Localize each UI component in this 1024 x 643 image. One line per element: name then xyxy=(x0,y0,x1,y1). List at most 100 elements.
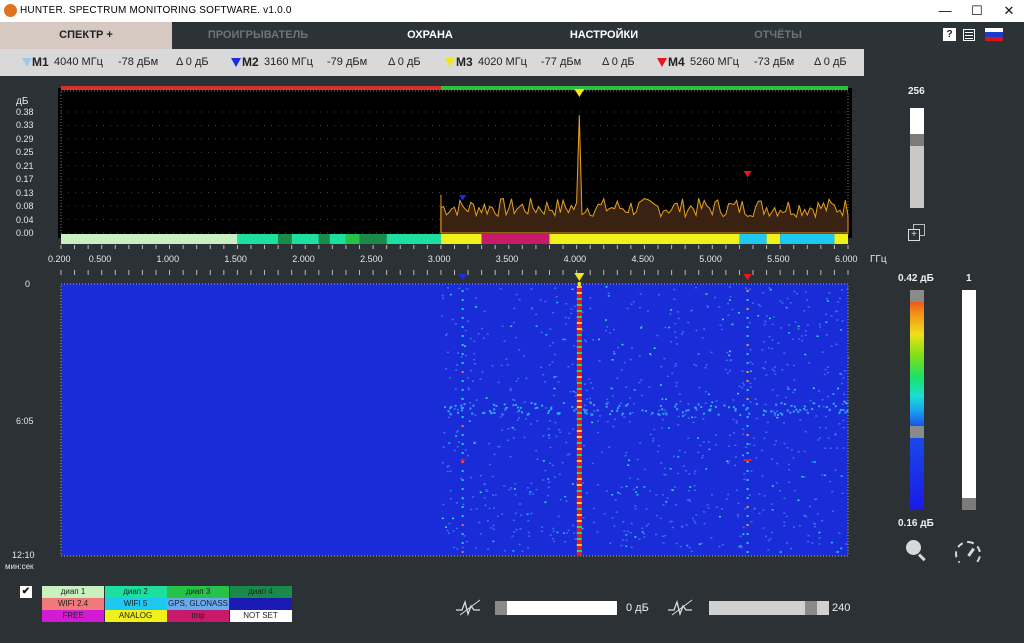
color-scale-top-handle[interactable] xyxy=(910,290,924,302)
range-bar-red xyxy=(61,86,441,90)
x-tick-label: 2.000 xyxy=(292,254,315,264)
x-tick-label: 3.500 xyxy=(495,254,519,264)
x-tick-label: 2.500 xyxy=(360,254,383,264)
band-segment xyxy=(359,234,387,244)
document-icon[interactable] xyxy=(963,29,975,41)
marker-1-icon xyxy=(22,58,32,67)
band-segment xyxy=(329,234,346,244)
x-tick-label: 4.500 xyxy=(631,254,654,264)
x-tick-label: 6.000 xyxy=(835,254,858,264)
color-scale-max: 0.42 дБ xyxy=(898,273,934,284)
marker-3-icon xyxy=(445,58,455,67)
speedometer-icon[interactable] xyxy=(955,541,983,567)
marker-2-delta: Δ 0 дБ xyxy=(388,56,421,68)
x-tick-label: 0.500 xyxy=(88,254,112,264)
maximize-button[interactable]: ☐ xyxy=(962,2,992,20)
marker-1-delta: Δ 0 дБ xyxy=(176,56,209,68)
legend-item: диап 1 xyxy=(42,586,104,598)
marker-4-icon xyxy=(657,58,667,67)
legend-item: ANALOG xyxy=(104,610,167,622)
range-bar-green xyxy=(440,86,848,90)
marker-1-level: -78 дБм xyxy=(118,56,159,68)
x-tick-label: 5.000 xyxy=(699,254,722,264)
gain-slider-handle[interactable] xyxy=(495,601,507,615)
marker-2-freq: 3160 МГц xyxy=(264,56,313,68)
marker-1-name[interactable]: M1 xyxy=(32,49,49,76)
gain-waveform-icon xyxy=(456,598,484,617)
spectrum-scale-slider[interactable] xyxy=(910,108,924,208)
help-icon[interactable]: ? xyxy=(943,28,956,41)
marker-4-level: -73 дБм xyxy=(754,56,795,68)
tab-player[interactable]: ПРОИГРЫВАТЕЛЬ xyxy=(172,22,344,49)
marker-4-freq: 5260 МГц xyxy=(690,56,739,68)
legend-item: диап 2 xyxy=(104,586,167,598)
speed-value: 1 xyxy=(966,273,972,284)
color-scale-min: 0.16 дБ xyxy=(898,518,934,529)
marker-3-delta: Δ 0 дБ xyxy=(602,56,635,68)
band-segment xyxy=(237,234,279,244)
band-segment xyxy=(834,234,848,244)
marker-4-waterfall-icon xyxy=(743,274,752,281)
main-tabs: СПЕКТР + ПРОИГРЫВАТЕЛЬ ОХРАНА НАСТРОЙКИ … xyxy=(0,22,1024,49)
spectrum-scale-handle[interactable] xyxy=(910,134,924,146)
waterfall-background xyxy=(61,284,848,556)
legend-item: диап 4 xyxy=(229,586,292,598)
zoom-icon[interactable] xyxy=(906,540,928,562)
app-logo-icon xyxy=(4,4,17,17)
tab-spectrum[interactable]: СПЕКТР + xyxy=(0,22,172,49)
band-segment xyxy=(766,234,781,244)
legend-checkbox[interactable]: ✔ xyxy=(20,586,32,598)
marker-2-icon xyxy=(231,58,241,67)
legend-item xyxy=(229,598,292,610)
marker-3-level: -77 дБм xyxy=(541,56,582,68)
marker-2-level: -79 дБм xyxy=(327,56,368,68)
waterfall-time-0: 0 xyxy=(25,279,31,289)
marker-3-waterfall-icon xyxy=(574,273,585,281)
tab-reports[interactable]: ОТЧЁТЫ xyxy=(692,22,864,49)
gain-slider[interactable] xyxy=(495,601,617,615)
band-segment xyxy=(291,234,319,244)
threshold-waveform-icon xyxy=(668,598,696,617)
legend-item: диап 3 xyxy=(167,586,229,598)
band-segment xyxy=(481,234,550,244)
tab-security[interactable]: ОХРАНА xyxy=(344,22,516,49)
marker-4-delta: Δ 0 дБ xyxy=(814,56,847,68)
legend-item: NOT SET xyxy=(229,610,292,622)
marker-3-name[interactable]: M3 xyxy=(456,49,473,76)
threshold-slider-handle[interactable] xyxy=(805,601,817,615)
x-tick-label: 3.000 xyxy=(427,254,451,264)
spectrum-x-unit: ГГц xyxy=(870,254,887,265)
close-window-button[interactable]: ✕ xyxy=(994,2,1024,20)
speed-slider[interactable] xyxy=(962,290,976,510)
minimize-button[interactable]: — xyxy=(930,2,960,20)
spectrum-plot[interactable] xyxy=(0,84,870,274)
marker-2-waterfall-icon xyxy=(458,274,467,281)
marker-2-name[interactable]: M2 xyxy=(242,49,259,76)
window-title: HUNTER. SPECTRUM MONITORING SOFTWARE. v1… xyxy=(20,5,292,16)
band-segment xyxy=(549,234,740,244)
band-segment xyxy=(780,234,835,244)
color-scale-bar[interactable] xyxy=(910,290,924,510)
title-bar: HUNTER. SPECTRUM MONITORING SOFTWARE. v1… xyxy=(0,0,1024,22)
copy-icon[interactable]: + xyxy=(908,224,926,242)
legend-item: GPS, GLONASS xyxy=(167,598,229,610)
language-flag-icon[interactable] xyxy=(985,28,1003,41)
x-tick-label: 5.500 xyxy=(767,254,790,264)
legend-item: WIFI 2.4 xyxy=(42,598,104,610)
marker-4-name[interactable]: M4 xyxy=(668,49,685,76)
band-segment xyxy=(278,234,292,244)
speed-slider-handle[interactable] xyxy=(962,498,976,510)
band-segment xyxy=(345,234,360,244)
color-scale-bottom-handle[interactable] xyxy=(910,426,924,438)
threshold-value: 240 xyxy=(832,602,851,614)
band-segment xyxy=(739,234,767,244)
marker-1-freq: 4040 МГц xyxy=(54,56,103,68)
x-tick-label: 0.200 xyxy=(48,254,71,264)
tab-settings[interactable]: НАСТРОЙКИ xyxy=(516,22,692,49)
marker-3-freq: 4020 МГц xyxy=(478,56,527,68)
waterfall-plot[interactable] xyxy=(0,270,870,570)
band-segment xyxy=(318,234,330,244)
threshold-slider[interactable] xyxy=(709,601,829,615)
marker-bar: M1 4040 МГц -78 дБм Δ 0 дБ M2 3160 МГц -… xyxy=(0,49,864,76)
x-tick-label: 1.000 xyxy=(156,254,180,264)
